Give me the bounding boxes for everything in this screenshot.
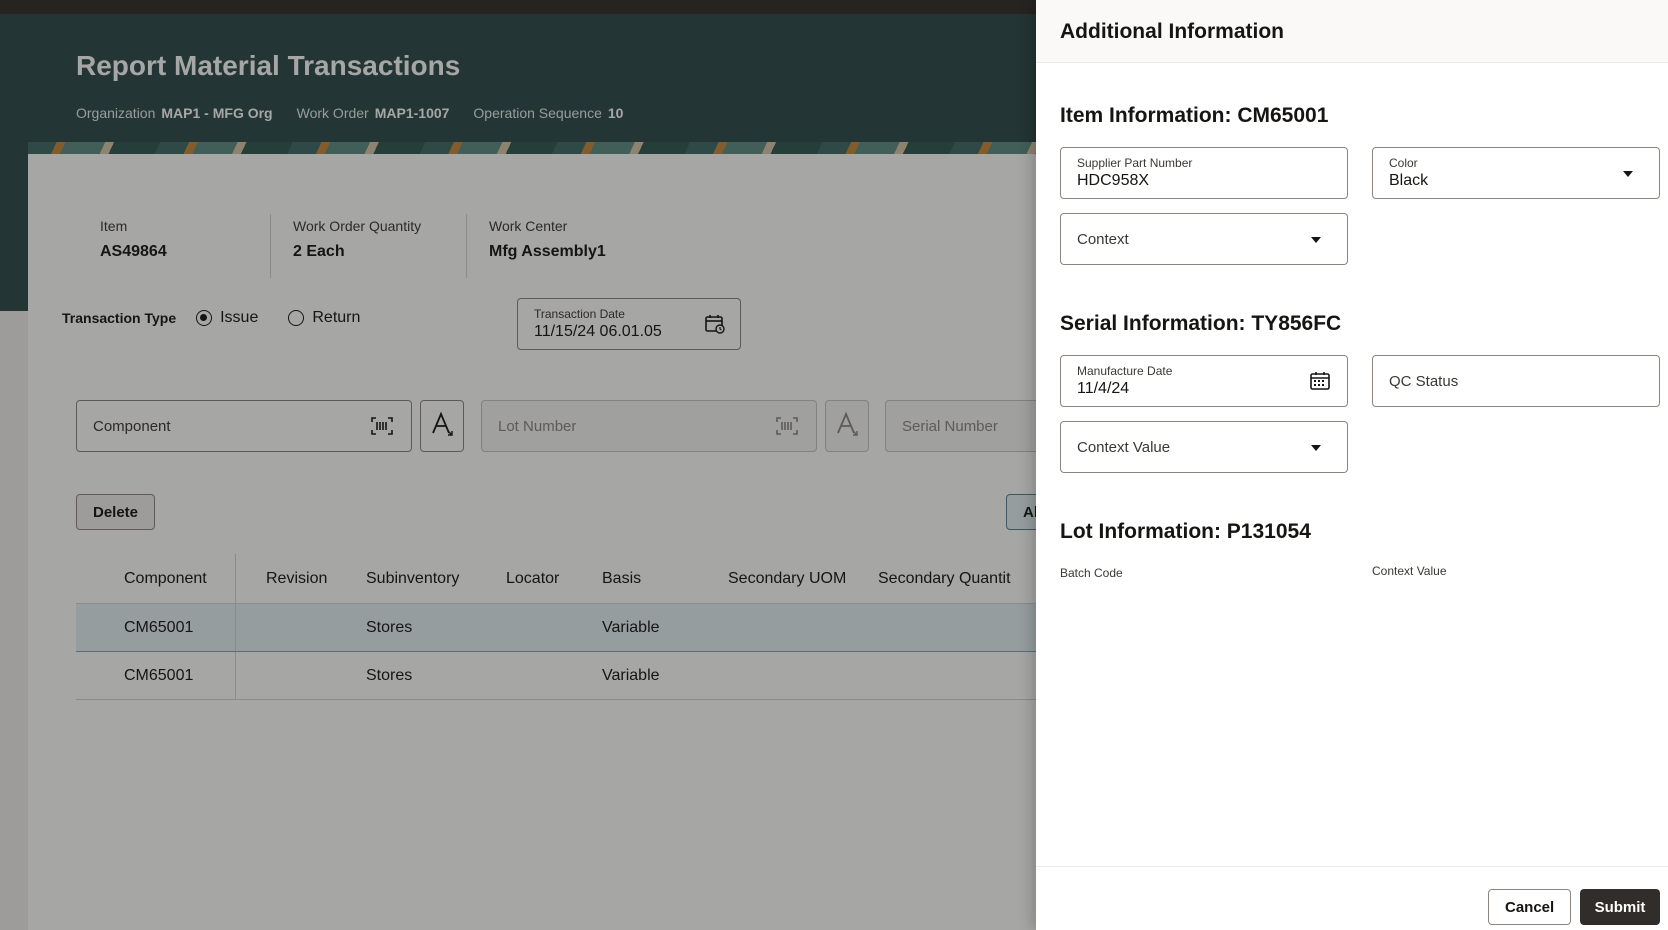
drawer-footer: Cancel Submit <box>1036 866 1668 930</box>
context-select[interactable]: Context <box>1060 213 1348 265</box>
serial-information-heading: Serial Information: TY856FC <box>1060 312 1342 335</box>
chevron-down-icon <box>1311 445 1321 451</box>
batch-code-label: Batch Code <box>1060 566 1123 580</box>
drawer-title: Additional Information <box>1036 0 1668 63</box>
submit-button[interactable]: Submit <box>1580 889 1660 925</box>
lot-context-value-label: Context Value <box>1372 564 1447 578</box>
item-information-heading: Item Information: CM65001 <box>1060 104 1329 127</box>
manufacture-date-field[interactable]: Manufacture Date 11/4/24 <box>1060 355 1348 407</box>
qc-status-field[interactable]: QC Status <box>1372 355 1660 407</box>
lot-information-heading: Lot Information: P131054 <box>1060 520 1311 543</box>
context-value-select[interactable]: Context Value <box>1060 421 1348 473</box>
calendar-icon[interactable] <box>1309 370 1331 397</box>
additional-information-drawer: Additional Information Item Information:… <box>1036 0 1668 930</box>
chevron-down-icon <box>1623 171 1633 177</box>
color-select[interactable]: Color Black <box>1372 147 1660 199</box>
supplier-part-number-field[interactable]: Supplier Part Number HDC958X <box>1060 147 1348 199</box>
cancel-button[interactable]: Cancel <box>1488 889 1572 925</box>
chevron-down-icon <box>1311 237 1321 243</box>
